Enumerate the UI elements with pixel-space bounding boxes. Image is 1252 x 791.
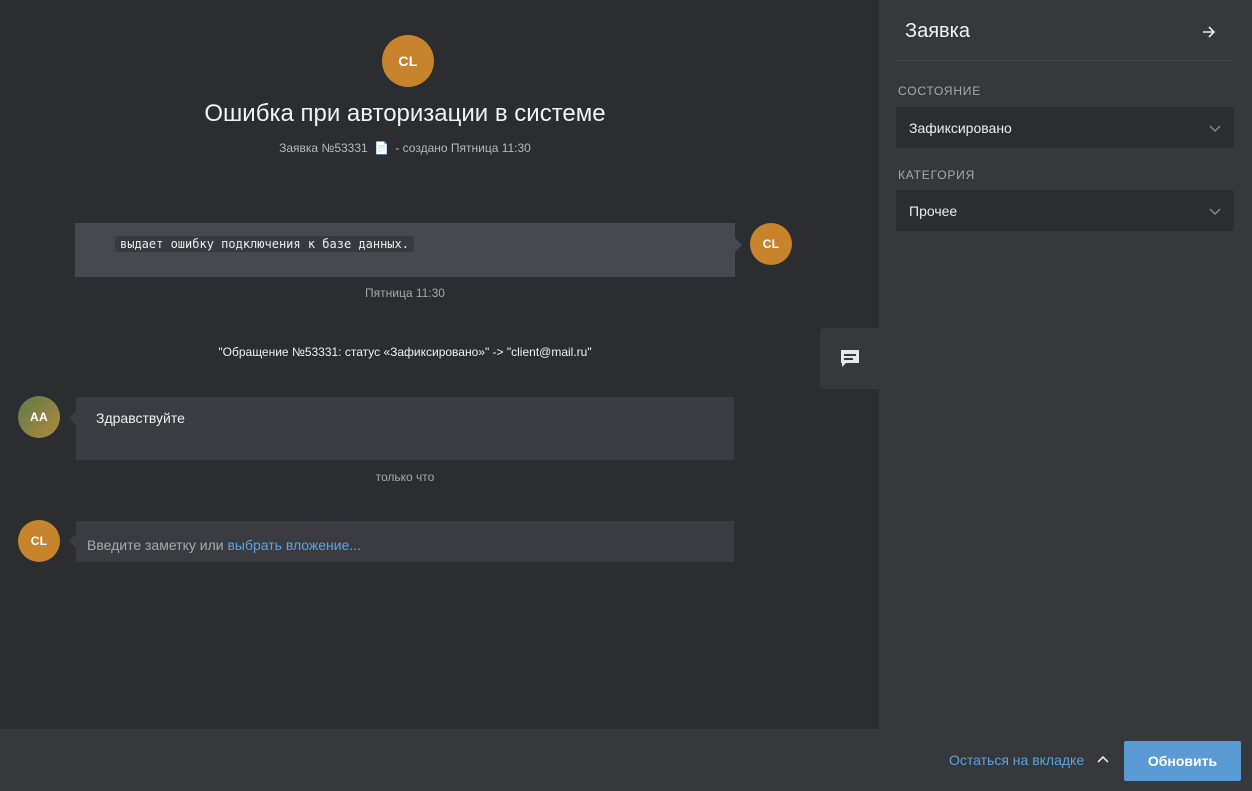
note-placeholder: Введите заметку или <box>87 537 224 553</box>
message-text: Здравствуйте <box>96 410 185 426</box>
message-bubble-agent: Здравствуйте <box>69 397 734 460</box>
ticket-customer-avatar: CL <box>382 35 434 87</box>
category-label: КАТЕГОРИЯ <box>898 168 976 182</box>
ticket-title: Ошибка при авторизации в системе <box>204 100 606 127</box>
composer-avatar: CL <box>18 520 60 562</box>
sidebar-title: Заявка <box>905 20 970 42</box>
chat-toggle-button[interactable] <box>820 328 879 389</box>
message-timestamp: Пятница 11:30 <box>365 286 445 300</box>
ticket-sidebar: Заявка СОСТОЯНИЕ Зафиксировано КАТЕГОРИЯ… <box>879 0 1252 729</box>
arrow-right-icon <box>1203 26 1216 38</box>
chevron-down-icon <box>1209 125 1221 132</box>
ticket-number: Заявка №53331 <box>279 141 368 155</box>
copy-document-icon[interactable]: 📄 <box>374 141 389 155</box>
message-code-text: выдает ошибку подключения к базе данных. <box>115 236 414 252</box>
sidebar-divider <box>896 60 1232 61</box>
note-input[interactable]: Введите заметку или выбрать вложение... <box>69 521 734 562</box>
system-event-message: "Обращение №53331: статус «Зафиксировано… <box>218 345 592 359</box>
attach-file-link[interactable]: выбрать вложение... <box>227 537 361 553</box>
category-select[interactable]: Прочее <box>896 190 1234 231</box>
message-bubble-client: выдает ошибку подключения к базе данных. <box>75 223 742 277</box>
collapse-sidebar-button[interactable] <box>1199 22 1219 42</box>
stay-on-tab-link[interactable]: Остаться на вкладке <box>949 752 1084 768</box>
message-timestamp: только что <box>375 470 435 484</box>
chevron-down-icon <box>1209 208 1221 215</box>
ticket-subtitle: Заявка №53331 📄 - создано Пятница 11:30 <box>0 141 810 155</box>
update-button[interactable]: Обновить <box>1124 741 1241 781</box>
ticket-created-text: - создано Пятница 11:30 <box>395 141 531 155</box>
message-author-avatar: CL <box>750 223 792 265</box>
state-value: Зафиксировано <box>909 120 1012 136</box>
chat-icon <box>840 349 859 367</box>
category-value: Прочее <box>909 203 958 219</box>
state-label: СОСТОЯНИЕ <box>898 84 982 98</box>
chevron-up-icon[interactable] <box>1096 753 1110 767</box>
agent-avatar: AA <box>18 396 60 438</box>
state-select[interactable]: Зафиксировано <box>896 107 1234 148</box>
ticket-conversation-pane: CL Ошибка при авторизации в системе Заяв… <box>0 0 879 729</box>
